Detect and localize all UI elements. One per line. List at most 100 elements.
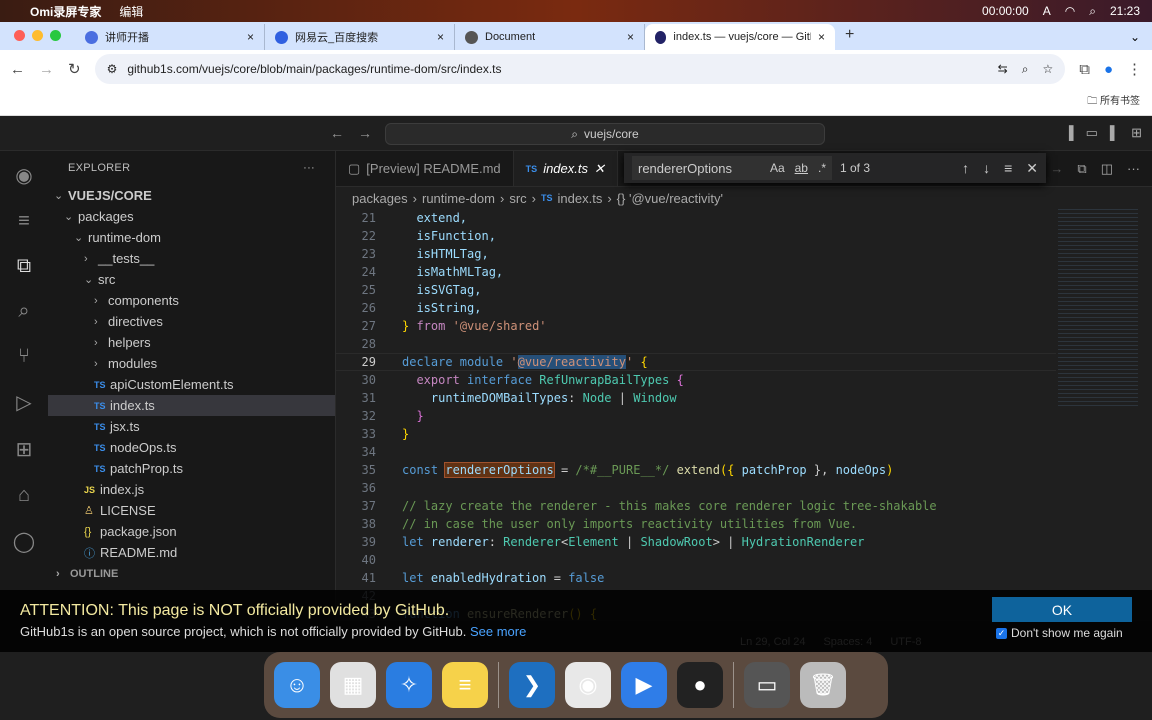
menu-icon[interactable]: ≡ (18, 210, 30, 233)
code-view[interactable]: 21 extend, 22 isFunction, 23 isHTMLTag, 24 … (336, 209, 1056, 623)
close-window-button[interactable] (14, 30, 25, 41)
dock-app-recorder[interactable]: ● (677, 662, 723, 708)
profile-avatar[interactable]: ● (1104, 61, 1113, 78)
github-icon[interactable]: ◉ (15, 163, 32, 188)
go-forward-icon[interactable]: → (1050, 161, 1063, 176)
ok-button[interactable]: OK (992, 597, 1132, 622)
go-forward-icon[interactable]: → (358, 125, 372, 141)
search-icon[interactable]: ⌕ (1089, 4, 1096, 19)
see-more-link[interactable]: See more (470, 624, 526, 639)
minimap[interactable] (1058, 209, 1138, 409)
dock-app-notes[interactable]: ≡ (442, 662, 488, 708)
back-button[interactable]: ← (10, 61, 25, 78)
tree-item[interactable]: TS jsx.ts (48, 416, 335, 437)
close-tab-icon[interactable]: × (818, 30, 825, 44)
dock-app-live[interactable]: ▶ (621, 662, 667, 708)
close-tab-icon[interactable]: × (247, 30, 254, 44)
wifi-icon[interactable]: ◠ (1065, 4, 1075, 18)
dock-app-launchpad[interactable]: ▦ (330, 662, 376, 708)
menu-edit[interactable]: 编辑 (119, 3, 143, 20)
site-info-icon[interactable]: ⚙ (107, 62, 118, 76)
browser-tab[interactable]: Document × (455, 24, 645, 50)
breadcrumb-item[interactable]: index.ts (558, 191, 603, 206)
dock-app-chrome[interactable]: ◉ (565, 662, 611, 708)
tree-item[interactable]: › components (48, 290, 335, 311)
toggle-secondary-sidebar-icon[interactable]: ▌ (1110, 125, 1119, 141)
match-case-toggle[interactable]: Aa (770, 161, 785, 175)
dock-app-screens[interactable]: ▭ (744, 662, 790, 708)
tab-search-button[interactable]: ⌄ (1118, 30, 1152, 50)
tree-item[interactable]: TS apiCustomElement.ts (48, 374, 335, 395)
editor-tab[interactable]: TS index.ts ✕ (513, 151, 618, 186)
reload-button[interactable]: ↻ (68, 60, 81, 78)
close-tab-icon[interactable]: × (627, 30, 634, 44)
breadcrumb-item[interactable]: runtime-dom (422, 191, 495, 206)
browser-tab[interactable]: 网易云_百度搜索 × (265, 24, 455, 50)
tree-item[interactable]: › __tests__ (48, 248, 335, 269)
tree-item[interactable]: TS index.ts (48, 395, 335, 416)
search-icon[interactable]: ⌕ (18, 300, 29, 323)
checkbox-icon[interactable]: ✓ (996, 627, 1007, 639)
tree-item[interactable]: ⌄ src (48, 269, 335, 290)
tree-item[interactable]: TS patchProp.ts (48, 458, 335, 479)
close-tab-icon[interactable]: × (437, 30, 444, 44)
zoom-icon[interactable]: ⌕ (1022, 62, 1029, 77)
more-actions-icon[interactable]: ··· (1127, 161, 1140, 176)
tree-item[interactable]: ⓘ README.md (48, 542, 335, 563)
close-find-icon[interactable]: ✕ (1026, 160, 1038, 177)
minimize-window-button[interactable] (32, 30, 43, 41)
accounts-icon[interactable]: ◯ (13, 529, 35, 554)
more-actions-icon[interactable]: ··· (303, 162, 315, 174)
address-bar[interactable]: ⚙ github1s.com/vuejs/core/blob/main/pack… (94, 54, 1066, 84)
new-tab-button[interactable]: + (835, 26, 864, 50)
dock-app-finder[interactable]: ☺ (274, 662, 320, 708)
breadcrumb-item[interactable]: src (509, 191, 526, 206)
tree-item[interactable]: ⌄ runtime-dom (48, 227, 335, 248)
customize-layout-icon[interactable]: ⊞ (1131, 125, 1142, 141)
go-back-icon[interactable]: ← (330, 125, 344, 141)
next-match-icon[interactable]: ↓ (983, 160, 990, 177)
previous-match-icon[interactable]: ↑ (962, 160, 969, 177)
menu-icon[interactable]: ⋮ (1127, 60, 1142, 78)
zoom-window-button[interactable] (50, 30, 61, 41)
forward-button[interactable]: → (39, 61, 54, 78)
regex-toggle[interactable]: .* (818, 161, 826, 175)
app-menu[interactable]: Omi录屏专家 (30, 3, 101, 20)
find-in-selection-icon[interactable]: ≡ (1004, 160, 1012, 177)
breadcrumb-item[interactable]: packages (352, 191, 408, 206)
all-bookmarks[interactable]: 🗀 所有书签 (1087, 92, 1140, 111)
remote-icon[interactable]: ⌂ (18, 484, 30, 507)
tree-item[interactable]: › helpers (48, 332, 335, 353)
tree-item[interactable]: ♙ LICENSE (48, 500, 335, 521)
whole-word-toggle[interactable]: ab (795, 161, 808, 175)
bookmark-star-icon[interactable]: ☆ (1042, 62, 1053, 77)
extensions-icon[interactable]: ⊞ (16, 437, 33, 462)
run-debug-icon[interactable]: ▷ (16, 390, 31, 415)
find-input[interactable]: rendererOptions Aa ab .* (632, 156, 832, 180)
tree-item[interactable]: {} package.json (48, 521, 335, 542)
translate-icon[interactable]: ⇆ (998, 62, 1008, 77)
tree-item[interactable]: ⌄ packages (48, 206, 335, 227)
editor-tab[interactable]: ▢ [Preview] README.md (336, 151, 514, 186)
input-method[interactable]: A (1043, 4, 1051, 18)
tree-item[interactable]: TS nodeOps.ts (48, 437, 335, 458)
open-preview-icon[interactable]: ⧉ (1077, 161, 1086, 177)
explorer-icon[interactable]: ⧉ (17, 255, 31, 278)
tree-item[interactable]: ⌄ VUEJS/CORE (48, 185, 335, 206)
dont-show-again-checkbox[interactable]: ✓ Don't show me again (996, 626, 1123, 640)
dock-app-trash[interactable]: 🗑 (800, 662, 846, 708)
close-tab-icon[interactable]: ✕ (594, 161, 605, 177)
toggle-sidebar-icon[interactable]: ▐ (1064, 125, 1073, 141)
command-center[interactable]: ⌕ vuejs/core (385, 123, 825, 145)
breadcrumb-item[interactable]: {} '@vue/reactivity' (617, 191, 723, 206)
tree-item[interactable]: › directives (48, 311, 335, 332)
browser-tab[interactable]: 讲师开播 × (75, 24, 265, 50)
tree-item[interactable]: › modules (48, 353, 335, 374)
tree-item[interactable]: JS index.js (48, 479, 335, 500)
split-editor-icon[interactable]: ◫ (1101, 161, 1113, 177)
extensions-icon[interactable]: ⧉ (1079, 61, 1090, 78)
dock-app-vscode[interactable]: ❯ (509, 662, 555, 708)
dock-app-safari[interactable]: ✧ (386, 662, 432, 708)
toggle-panel-icon[interactable]: ▭ (1086, 125, 1098, 141)
browser-tab[interactable]: index.ts — vuejs/core — GitHub × (645, 24, 835, 50)
